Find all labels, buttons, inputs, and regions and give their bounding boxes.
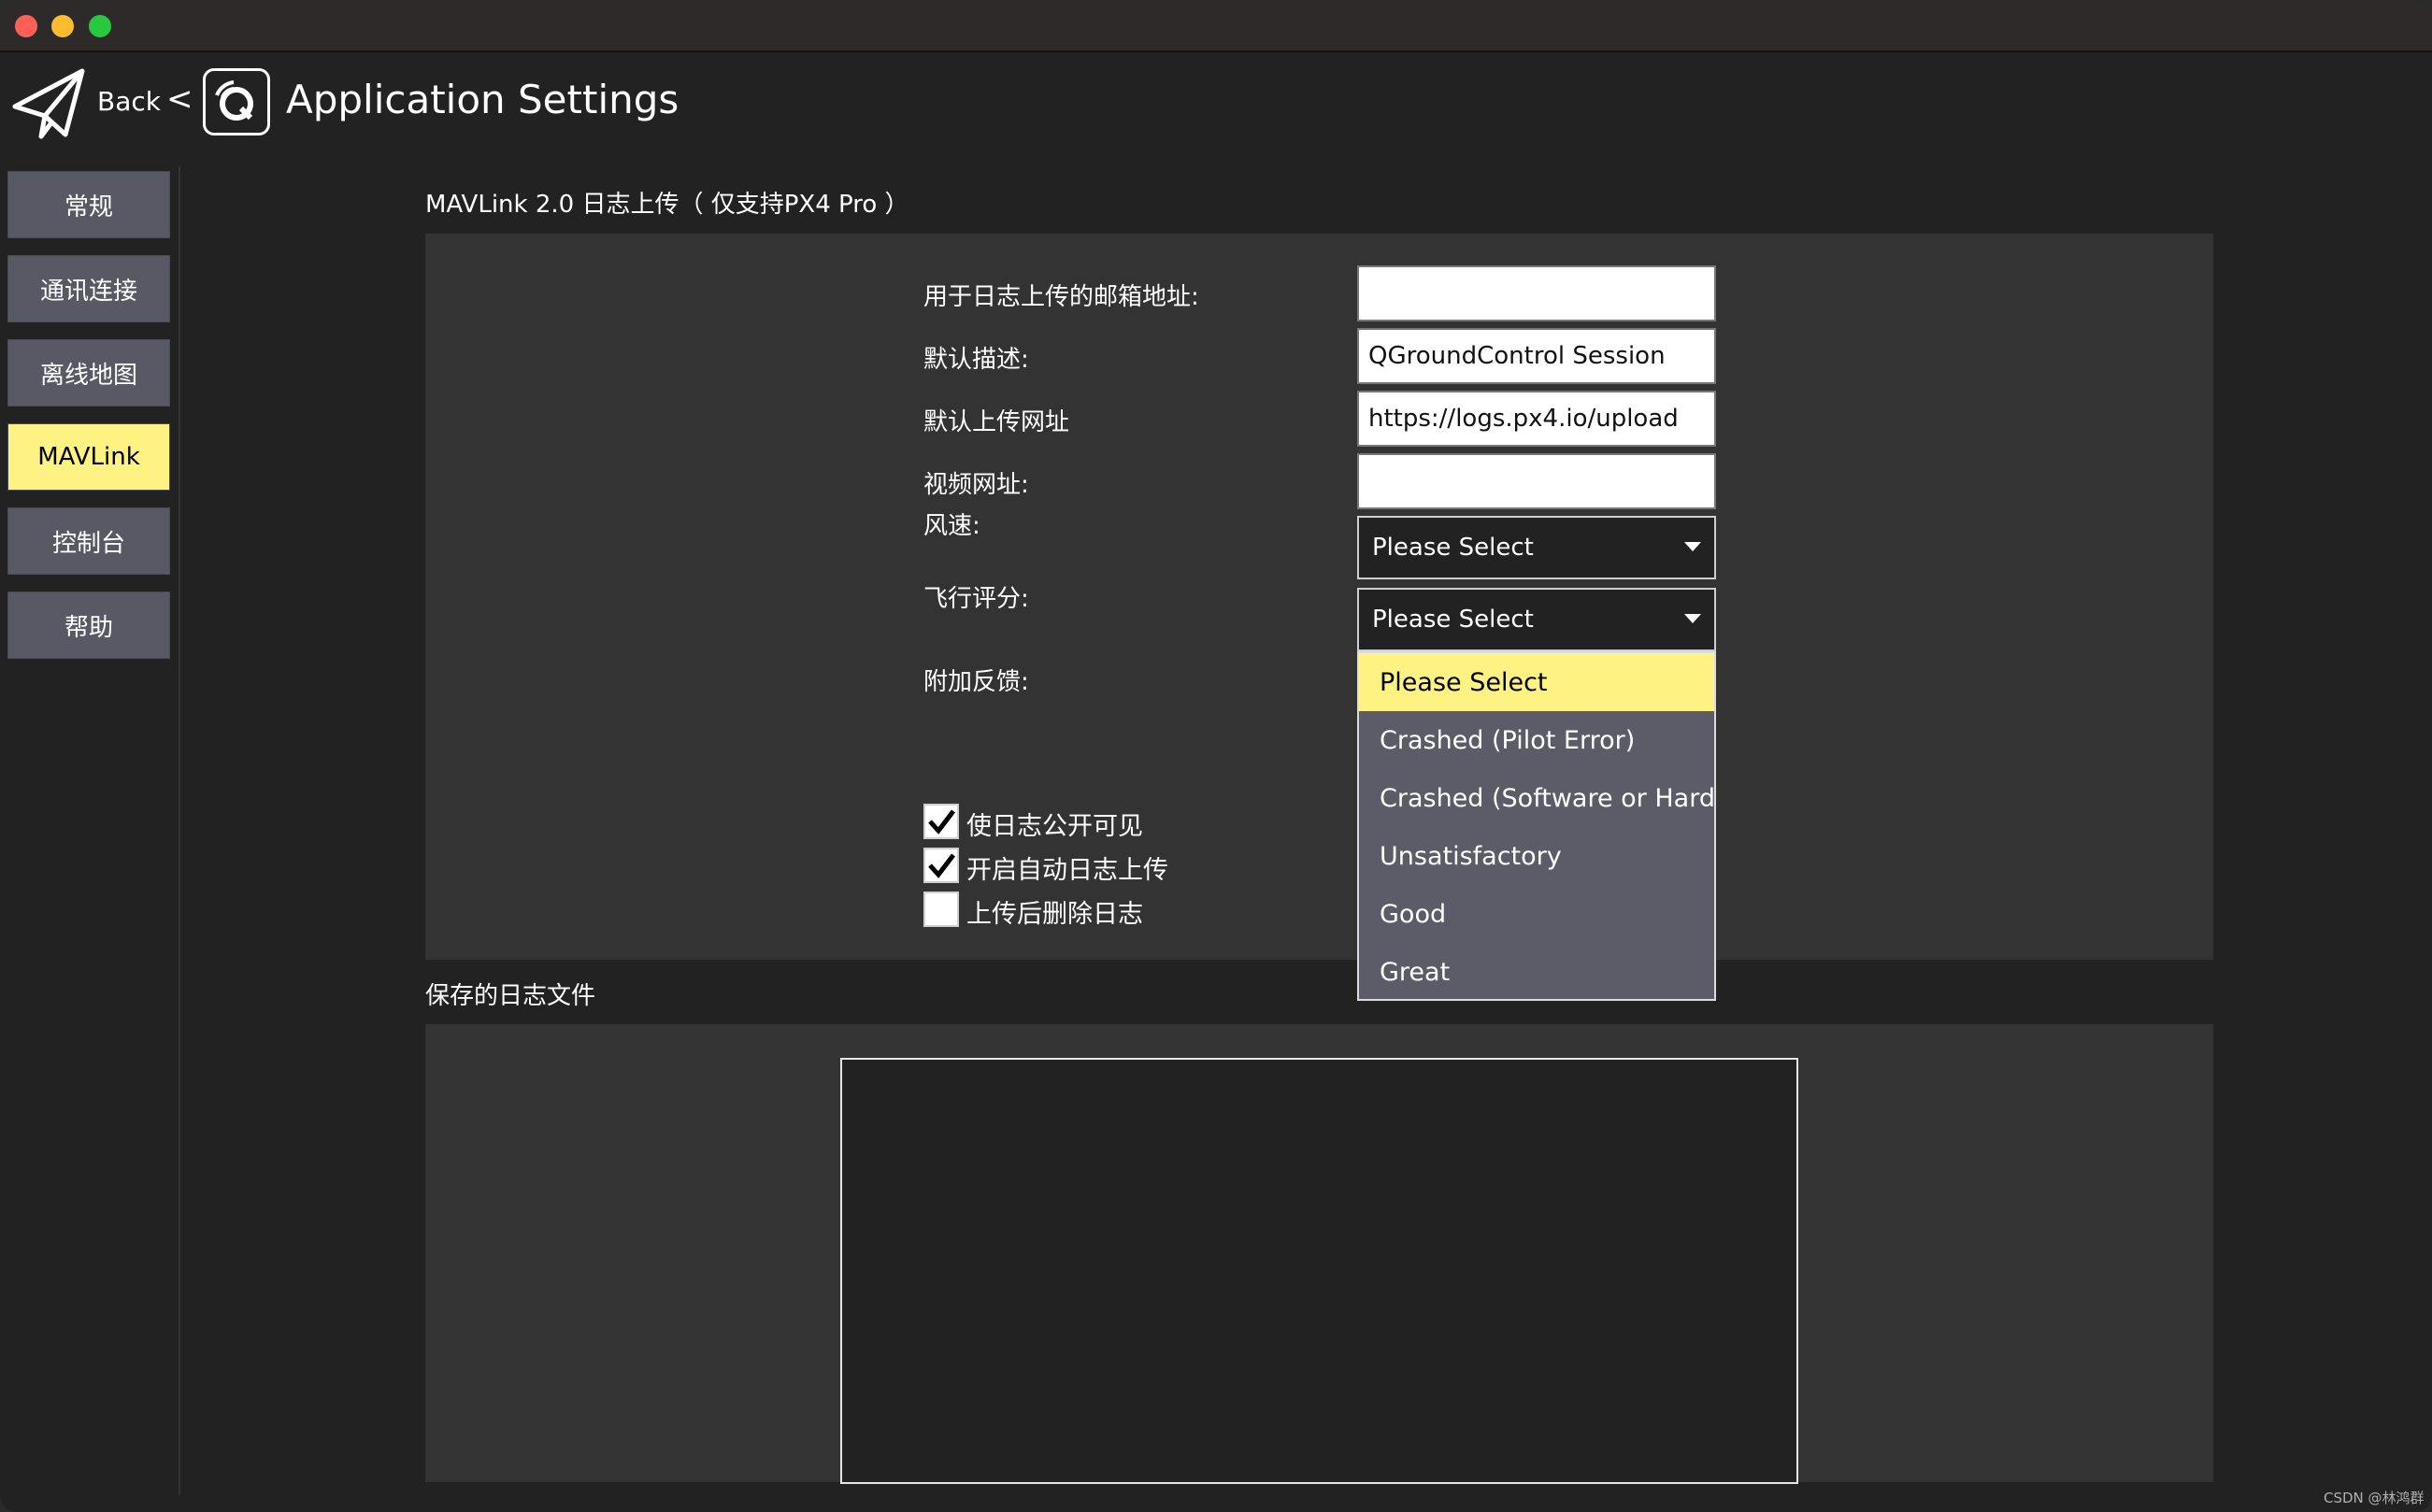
- saved-logs-list[interactable]: [840, 1058, 1798, 1484]
- sidebar-item-general[interactable]: 常规: [7, 171, 170, 238]
- close-window-button[interactable]: [15, 15, 37, 37]
- sidebar-item-offline-maps[interactable]: 离线地图: [7, 339, 170, 407]
- sidebar-item-comm-links[interactable]: 通讯连接: [7, 255, 170, 322]
- rating-option-good[interactable]: Good: [1359, 885, 1714, 943]
- sidebar-item-mavlink[interactable]: MAVLink: [7, 423, 170, 491]
- email-field[interactable]: [1357, 265, 1716, 321]
- upload-url-label: 默认上传网址: [923, 408, 1070, 436]
- rating-option-great[interactable]: Great: [1359, 943, 1714, 999]
- public-log-label: 使日志公开可见: [966, 812, 1143, 841]
- watermark: CSDN @林鸿群: [2324, 1490, 2425, 1506]
- chevron-down-icon: [1684, 614, 1701, 623]
- flight-rating-select[interactable]: Please Select: [1357, 588, 1716, 651]
- back-button[interactable]: Back: [97, 86, 161, 117]
- rating-option-crashed-software[interactable]: Crashed (Software or Hardwa: [1359, 769, 1714, 827]
- maximize-window-button[interactable]: [89, 15, 111, 37]
- chevron-down-icon: [1684, 542, 1701, 551]
- description-label: 默认描述:: [923, 346, 1029, 374]
- rating-option-crashed-pilot[interactable]: Crashed (Pilot Error): [1359, 711, 1714, 769]
- wind-speed-value: Please Select: [1372, 534, 1534, 562]
- delete-after-upload-label: 上传后删除日志: [966, 900, 1143, 929]
- saved-logs-title: 保存的日志文件: [425, 982, 596, 1010]
- upload-url-field[interactable]: https://logs.px4.io/upload: [1357, 391, 1716, 447]
- email-label: 用于日志上传的邮箱地址:: [923, 283, 1199, 311]
- paper-plane-icon[interactable]: [11, 67, 86, 140]
- breadcrumb-separator: <: [166, 80, 193, 118]
- flight-rating-value: Please Select: [1372, 606, 1534, 634]
- video-url-field[interactable]: [1357, 453, 1716, 509]
- upload-settings-panel: [425, 234, 2213, 960]
- public-log-checkbox[interactable]: [923, 804, 959, 839]
- window-titlebar: [0, 0, 2432, 52]
- checkmark-icon: [928, 809, 955, 834]
- rating-option-please-select[interactable]: Please Select: [1359, 653, 1714, 711]
- sidebar-item-console[interactable]: 控制台: [7, 507, 170, 575]
- wind-speed-select[interactable]: Please Select: [1357, 516, 1716, 579]
- video-url-label: 视频网址:: [923, 471, 1029, 499]
- flight-rating-label: 飞行评分:: [923, 585, 1029, 613]
- page-title: Application Settings: [286, 77, 680, 122]
- auto-upload-checkbox[interactable]: [923, 848, 959, 883]
- app-window: Back < Application Settings 常规 通讯连接 离线地图…: [0, 0, 2432, 1512]
- feedback-label: 附加反馈:: [923, 668, 1029, 696]
- description-field[interactable]: QGroundControl Session: [1357, 328, 1716, 384]
- flight-rating-options: Please Select Crashed (Pilot Error) Cras…: [1357, 651, 1716, 1001]
- delete-after-upload-checkbox[interactable]: [923, 892, 959, 927]
- checkmark-icon: [928, 853, 955, 878]
- minimize-window-button[interactable]: [51, 15, 74, 37]
- wind-speed-label: 风速:: [923, 512, 980, 540]
- sidebar-divider: [179, 166, 180, 1495]
- qgc-logo-icon: [203, 68, 270, 136]
- rating-option-unsatisfactory[interactable]: Unsatisfactory: [1359, 827, 1714, 885]
- upload-section-title: MAVLink 2.0 日志上传（ 仅支持PX4 Pro ）: [425, 191, 909, 219]
- sidebar-item-help[interactable]: 帮助: [7, 592, 170, 659]
- auto-upload-label: 开启自动日志上传: [966, 856, 1168, 885]
